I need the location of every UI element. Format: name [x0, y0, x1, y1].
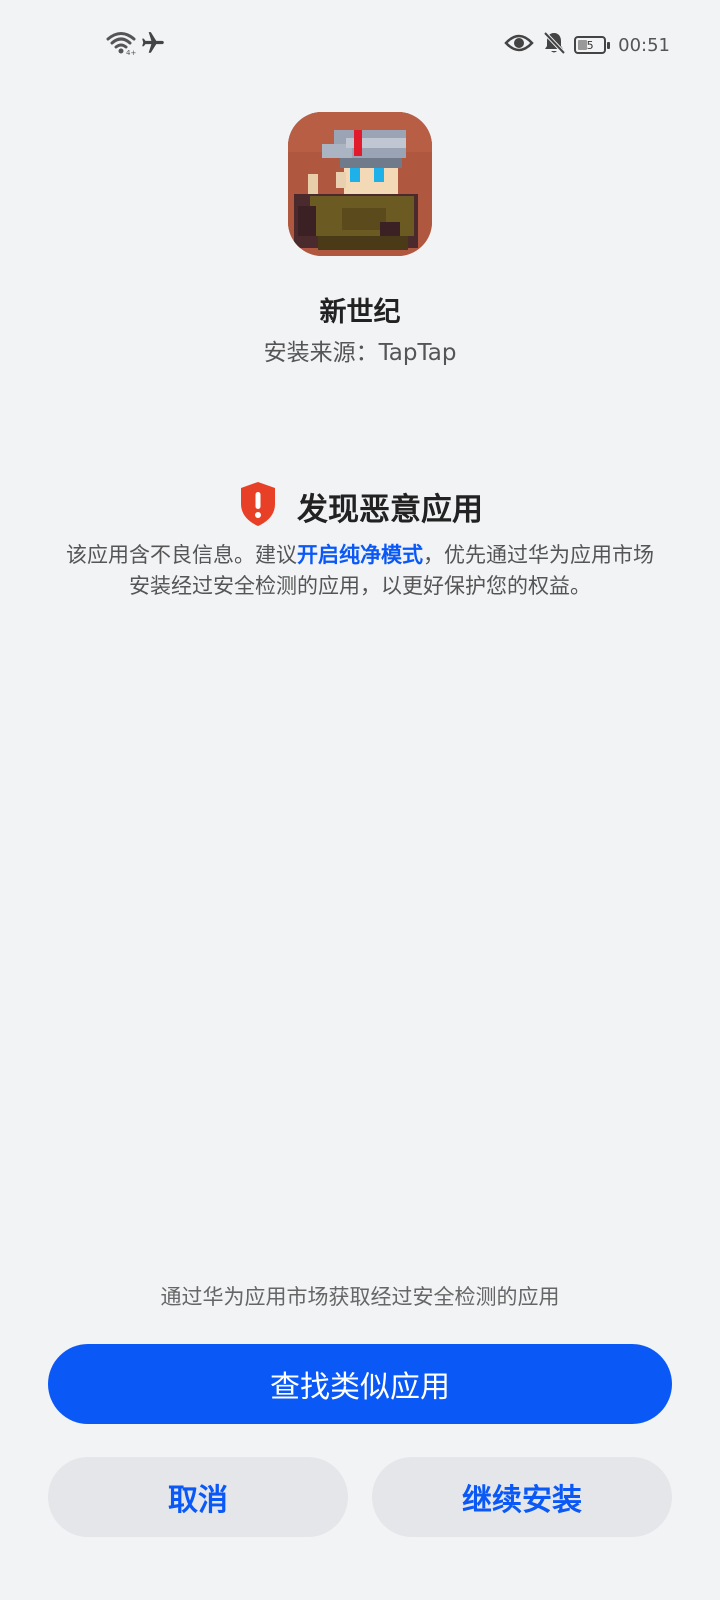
warning-desc-text: 该应用含不良信息。建议 [66, 543, 297, 567]
app-icon [288, 112, 432, 256]
status-bar-left: 4+ [106, 30, 166, 60]
shield-alert-icon [237, 480, 279, 532]
cancel-button[interactable]: 取消 [48, 1457, 348, 1537]
warning-title: 发现恶意应用 [297, 491, 483, 528]
airplane-mode-icon [140, 30, 166, 60]
battery-icon: 5 [574, 36, 611, 54]
wifi-icon: 4+ [106, 30, 136, 60]
eye-comfort-icon [504, 32, 534, 58]
status-time: 00:51 [618, 34, 670, 56]
battery-level: 5 [586, 38, 594, 52]
safe-source-hint: 通过华为应用市场获取经过安全检测的应用 [160, 1285, 560, 1309]
warning-header: 发现恶意应用 [0, 480, 720, 532]
status-bar: 4+ 5 00:51 [0, 0, 720, 90]
pure-mode-link[interactable]: 开启纯净模式 [297, 543, 423, 567]
warning-description: 该应用含不良信息。建议开启纯净模式，优先通过华为应用市场安装经过安全检测的应用，… [58, 540, 662, 602]
mute-bell-icon [542, 30, 566, 60]
app-name: 新世纪 [319, 297, 401, 328]
svg-text:4+: 4+ [126, 49, 136, 56]
continue-install-button[interactable]: 继续安装 [372, 1457, 672, 1537]
find-similar-apps-button[interactable]: 查找类似应用 [48, 1344, 672, 1424]
install-source: 安装来源：TapTap [263, 340, 457, 366]
status-bar-right: 5 00:51 [504, 30, 670, 60]
